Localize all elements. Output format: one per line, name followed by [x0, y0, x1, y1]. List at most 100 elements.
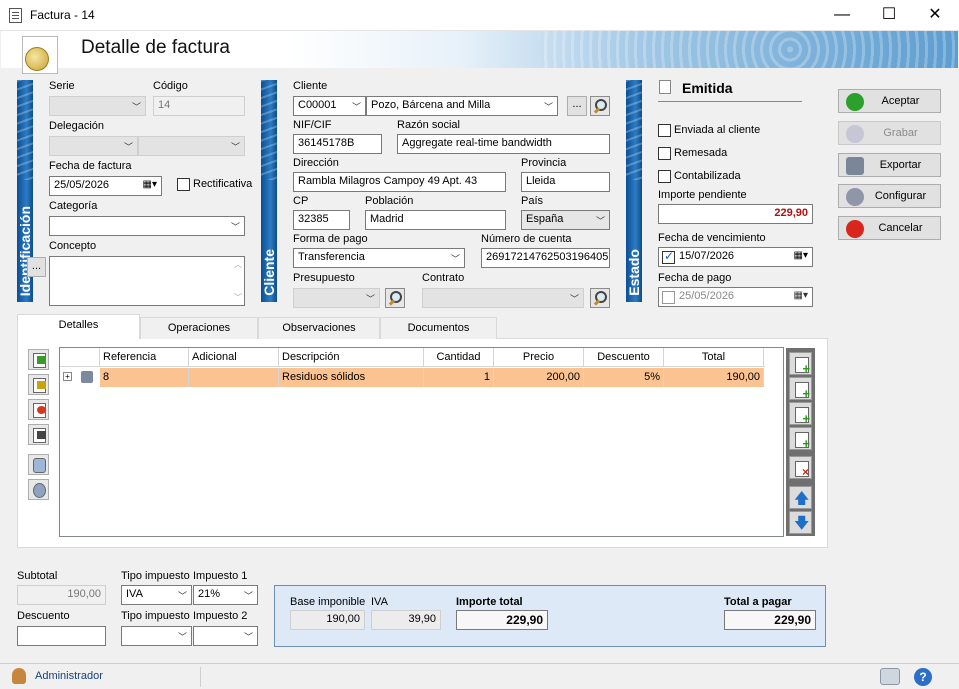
add-globe-icon[interactable]	[789, 402, 812, 426]
cliente-more-button[interactable]: ...	[567, 96, 587, 116]
poblacion-label: Población	[365, 195, 414, 207]
presupuesto-select[interactable]: ﹀	[293, 288, 380, 308]
cp-field[interactable]: 32385	[293, 210, 350, 230]
codigo-field[interactable]: 14	[153, 96, 245, 116]
tab-observaciones[interactable]: Observaciones	[258, 317, 380, 339]
exportar-button[interactable]: Exportar	[838, 153, 941, 177]
grabar-button[interactable]: Grabar	[838, 121, 941, 145]
concepto-more-button[interactable]: ...	[27, 257, 46, 277]
impuesto-2-select[interactable]: ﹀	[193, 626, 258, 646]
poblacion-field[interactable]: Madrid	[365, 210, 506, 230]
contabilizada-checkbox[interactable]	[658, 170, 671, 183]
categoria-select[interactable]: ﹀	[49, 216, 245, 236]
col-descuento[interactable]: Descuento	[584, 348, 664, 367]
chevron-down-icon: ﹀	[177, 632, 187, 642]
close-button[interactable]: ✕	[912, 0, 958, 31]
fecha-vencimiento-field[interactable]: 15/07/2026 ▦▾	[658, 247, 813, 267]
calendar-icon[interactable]: ▦▾	[794, 290, 808, 301]
cliente-code-select[interactable]: C00001 ﹀	[293, 96, 366, 116]
delegacion-name-select[interactable]: ﹀	[138, 136, 245, 156]
move-down-icon[interactable]	[789, 511, 812, 538]
col-referencia[interactable]: Referencia	[100, 348, 189, 367]
sql-icon[interactable]	[28, 454, 49, 475]
cliente-search-icon[interactable]	[590, 96, 610, 116]
fecha-factura-field[interactable]: 25/05/2026 ▦▾	[49, 176, 162, 196]
direccion-field[interactable]: Rambla Milagros Campoy 49 Apt. 43	[293, 172, 506, 192]
document-icon[interactable]	[28, 374, 49, 395]
remesada-checkbox[interactable]	[658, 147, 671, 160]
contrato-search-icon[interactable]	[590, 288, 610, 308]
chevron-down-icon: ﹀	[123, 142, 133, 152]
title-bar: Factura - 14 — ☐ ✕	[0, 0, 959, 31]
detalles-grid[interactable]: Referencia Adicional Descripción Cantida…	[59, 347, 784, 537]
grid-right-toolbar	[786, 348, 815, 538]
provincia-label: Provincia	[521, 157, 567, 169]
cliente-code-value: C00001	[298, 99, 337, 111]
printer-icon[interactable]	[880, 668, 900, 685]
nif-field[interactable]: 36145178B	[293, 134, 382, 154]
concepto-textarea[interactable]: ︿ ﹀	[49, 256, 245, 306]
calendar-icon[interactable]: ▦▾	[143, 179, 157, 190]
expand-icon[interactable]: +	[63, 372, 72, 381]
cancelar-button[interactable]: Cancelar	[838, 216, 941, 240]
delegacion-select[interactable]: ﹀	[49, 136, 138, 156]
grabar-label: Grabar	[883, 127, 918, 139]
rectificativa-checkbox[interactable]	[177, 178, 190, 191]
fecha-factura-value: 25/05/2026	[54, 179, 110, 191]
row-expander[interactable]: +	[60, 368, 100, 387]
impuesto-1-select[interactable]: 21% ﹀	[193, 585, 258, 605]
item-icon	[81, 371, 93, 383]
col-total[interactable]: Total	[664, 348, 764, 367]
pago-checkbox[interactable]	[662, 291, 675, 304]
cliente-name-select[interactable]: Pozo, Bárcena and Milla ﹀	[366, 96, 558, 116]
chevron-down-icon: ﹀	[595, 216, 605, 226]
cell-total: 190,00	[664, 368, 764, 387]
status-bar: Administrador ?	[0, 663, 959, 689]
provincia-field[interactable]: Lleida	[521, 172, 610, 192]
chevron-down-icon: ﹀	[230, 142, 240, 152]
tab-operaciones[interactable]: Operaciones	[140, 317, 258, 339]
add-item-icon[interactable]	[789, 352, 812, 376]
iva-field: 39,90	[371, 610, 441, 630]
tipo-impuesto-1-select[interactable]: IVA ﹀	[121, 585, 192, 605]
move-up-icon[interactable]	[789, 486, 812, 513]
add-from-catalog-icon[interactable]	[789, 377, 812, 401]
scroll-down-icon[interactable]: ﹀	[234, 292, 242, 303]
table-row[interactable]: + 8 Residuos sólidos 1 200,00 5% 190,00	[60, 368, 764, 387]
help-icon[interactable]: ?	[914, 668, 932, 686]
chevron-down-icon: ﹀	[351, 102, 361, 112]
serie-select[interactable]: ﹀	[49, 96, 146, 116]
tipo-impuesto-1-value: IVA	[126, 588, 143, 600]
add-document-icon[interactable]	[789, 427, 812, 451]
forma-pago-select[interactable]: Transferencia ﹀	[293, 248, 465, 268]
contrato-select[interactable]: ﹀	[422, 288, 584, 308]
col-precio[interactable]: Precio	[494, 348, 584, 367]
chevron-down-icon: ﹀	[243, 591, 253, 601]
col-adicional[interactable]: Adicional	[189, 348, 279, 367]
tipo-impuesto-2-select[interactable]: ﹀	[121, 626, 192, 646]
document-refresh-icon[interactable]	[28, 399, 49, 420]
scroll-up-icon[interactable]: ︿	[234, 259, 242, 270]
maximize-button[interactable]: ☐	[866, 0, 912, 31]
descuento-field[interactable]	[17, 626, 106, 646]
configurar-button[interactable]: Configurar	[838, 184, 941, 208]
globe-icon[interactable]	[28, 479, 49, 500]
fecha-pago-field[interactable]: 25/05/2026 ▦▾	[658, 287, 813, 307]
calendar-icon[interactable]: ▦▾	[794, 250, 808, 261]
minimize-button[interactable]: —	[819, 0, 865, 31]
tab-documentos[interactable]: Documentos	[380, 317, 497, 339]
aceptar-button[interactable]: Aceptar	[838, 89, 941, 113]
tab-detalles[interactable]: Detalles	[17, 314, 140, 339]
import-icon[interactable]	[28, 349, 49, 370]
enviada-checkbox[interactable]	[658, 124, 671, 137]
vencimiento-checkbox[interactable]	[662, 249, 675, 264]
remesada-label: Remesada	[674, 147, 728, 159]
presupuesto-search-icon[interactable]	[385, 288, 405, 308]
numero-cuenta-field[interactable]: 26917214762503196405	[481, 248, 610, 268]
pais-select[interactable]: España ﹀	[521, 210, 610, 230]
delete-document-icon[interactable]	[789, 456, 812, 479]
col-cantidad[interactable]: Cantidad	[424, 348, 494, 367]
document-lock-icon[interactable]	[28, 424, 49, 445]
razon-social-field[interactable]: Aggregate real-time bandwidth	[397, 134, 610, 154]
col-descripcion[interactable]: Descripción	[279, 348, 424, 367]
